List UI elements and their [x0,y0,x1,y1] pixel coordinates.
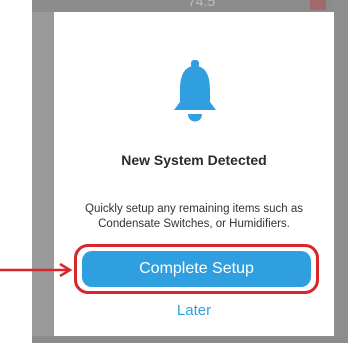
new-system-dialog: New System Detected Quickly setup any re… [54,12,334,336]
arrow-right-icon [0,263,73,277]
bell-icon [174,60,216,122]
backdrop-left [32,0,54,343]
backdrop-right [334,0,348,343]
complete-setup-button[interactable]: Complete Setup [82,251,311,287]
background-value: 74.5 [188,0,216,9]
dialog-description: Quickly setup any remaining items such a… [85,203,303,230]
later-button[interactable]: Later [54,302,334,319]
screen: 74.5 New System Detected Quickly setup a… [0,0,348,343]
dialog-title: New System Detected [121,152,267,168]
backdrop-bottom [32,336,348,343]
background-status-chip [310,0,326,10]
